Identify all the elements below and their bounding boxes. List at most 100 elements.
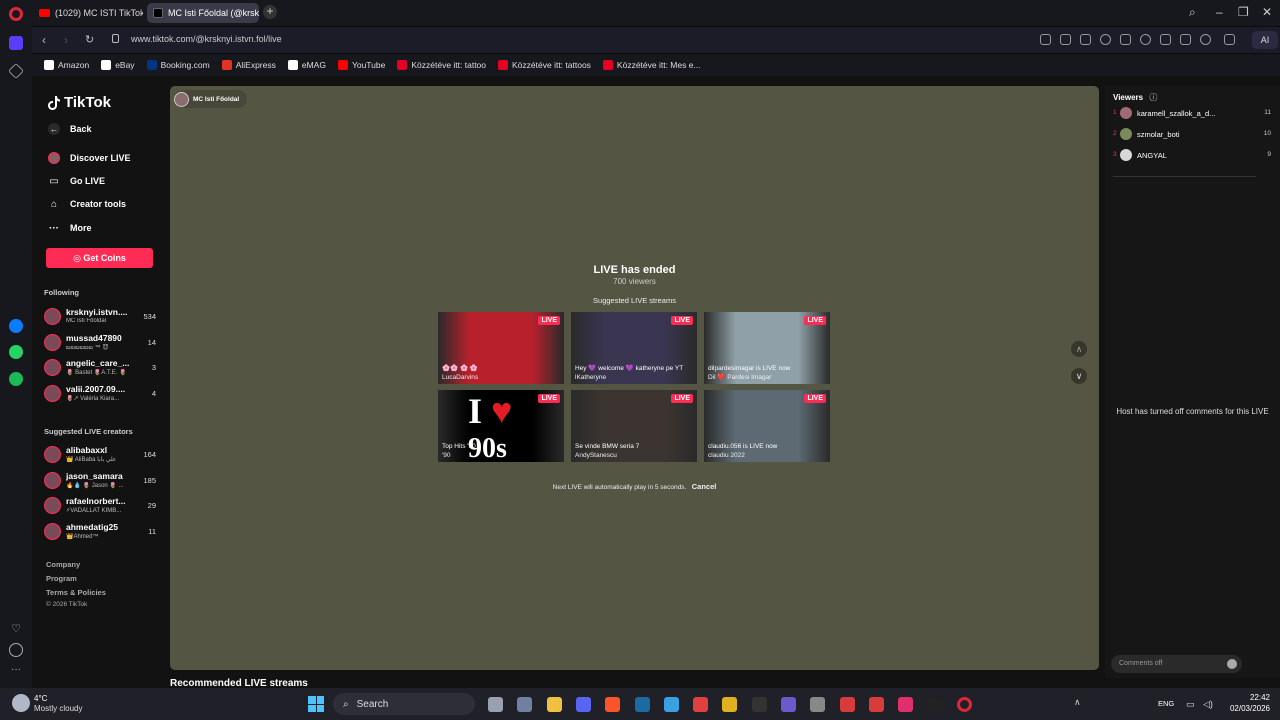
account-row[interactable]: jason_samara 🔥💧 🌷 Jason 🌷 ... 185 — [44, 470, 156, 492]
nav-discover-live[interactable]: Discover LIVE — [48, 152, 131, 164]
edit-icon[interactable] — [1060, 34, 1071, 45]
clock-time[interactable]: 22:42 — [1226, 693, 1270, 702]
terms-link[interactable]: Terms & Policies — [46, 588, 106, 597]
tf-icon[interactable] — [693, 697, 709, 712]
spotify-icon[interactable] — [9, 372, 23, 386]
program-link[interactable]: Program — [46, 574, 77, 583]
host-info[interactable]: MC Isti Főoldal — [174, 90, 248, 108]
ai-button[interactable]: AI — [1252, 31, 1278, 49]
photos-icon[interactable] — [663, 697, 679, 712]
history-icon[interactable] — [9, 643, 23, 657]
account-row[interactable]: angelic_care_... 🌷 Bastet 🌷A.T.E. 🌷 3 — [44, 357, 156, 379]
viewer-row[interactable]: 3 ANGYAL 9 — [1113, 149, 1271, 163]
steam-icon[interactable] — [634, 697, 650, 712]
menu-icon[interactable] — [1180, 34, 1191, 45]
play-icon[interactable] — [1120, 34, 1131, 45]
stream-card[interactable]: LIVE dilpardesimagar is LIVE now Dil ❤️ Pa… — [704, 312, 830, 384]
bookmark-item[interactable]: YouTube — [337, 60, 385, 70]
chevron-up-icon[interactable]: ∧ — [1071, 341, 1087, 357]
home-icon[interactable] — [9, 36, 23, 50]
stream-card[interactable]: LIVE claudiu.056 is LIVE now claudiu 2022 — [704, 390, 830, 462]
account-row[interactable]: rafaelnorbert... ⚡VADÁLLAT KIMB... 29 — [44, 495, 156, 517]
account-row[interactable]: ahmedatig25 👑Ahmed™ 11 — [44, 521, 156, 543]
network-icon[interactable]: ▭ — [1186, 699, 1195, 710]
get-coins-button[interactable]: ◎ Get Coins — [46, 248, 153, 268]
nav-creator-tools[interactable]: ⌂ Creator tools — [48, 198, 126, 210]
volume-icon[interactable]: ◁) — [1203, 699, 1213, 710]
nav-go-live[interactable]: ▭ Go LIVE — [48, 175, 105, 187]
stream-card[interactable]: LIVE Hey 💜 welcome 💜 katheryne pe YT lKath… — [571, 312, 697, 384]
emoji-icon[interactable] — [1227, 659, 1237, 669]
chevron-down-icon[interactable]: ∨ — [1071, 368, 1087, 384]
back-arrow-icon[interactable]: ‹ — [42, 33, 46, 47]
tiktok-app-icon[interactable] — [898, 697, 914, 712]
heart-icon[interactable] — [1140, 34, 1151, 45]
search-tabs-icon[interactable]: ⌕ — [1189, 5, 1196, 20]
search-icon[interactable] — [1040, 34, 1051, 45]
wps-icon[interactable] — [868, 697, 884, 712]
app-icon[interactable] — [751, 697, 767, 712]
coin-app-icon[interactable] — [722, 697, 738, 712]
company-link[interactable]: Company — [46, 560, 80, 569]
tiktok-logo[interactable]: TikTok — [48, 94, 111, 111]
language-indicator[interactable]: ENG — [1158, 699, 1174, 708]
bookmark-item[interactable]: Közzétéve itt: tattoos — [498, 60, 591, 70]
bookmark-item[interactable]: Közzétéve itt: tattoo — [397, 60, 486, 70]
close-button[interactable]: ✕ — [1262, 5, 1272, 19]
tiktok-icon[interactable] — [927, 697, 943, 712]
more-icon[interactable]: ··· — [9, 664, 23, 678]
account-row[interactable]: valii.2007.09.... 🌷↗ Valéria Kiara... 4 — [44, 383, 156, 405]
bookmark-item[interactable]: Amazon — [44, 60, 89, 70]
taskbar-search[interactable]: ⌕ Search — [333, 693, 475, 715]
forward-arrow-icon[interactable]: › — [64, 33, 68, 47]
tab-tiktok[interactable]: MC Isti Főoldal (@krsknyi... — [147, 3, 259, 23]
account-icon[interactable] — [1200, 34, 1211, 45]
bookmark-item[interactable]: eBay — [101, 60, 135, 70]
opera-icon[interactable] — [956, 697, 972, 712]
comments-input[interactable]: Comments off — [1111, 655, 1242, 673]
file-explorer-icon[interactable] — [546, 697, 562, 712]
viewer-row[interactable]: 1 karamell_szallok_a_d... 11 — [1113, 107, 1271, 121]
bookmark-item[interactable]: Booking.com — [146, 60, 210, 70]
stream-card[interactable]: I ♥ 90s LIVE Top Hits '90'90 — [438, 390, 564, 462]
info-icon[interactable]: ⓘ — [1149, 93, 1157, 102]
account-row[interactable]: mussad47890 బబబబబబ ™ 😈 14 — [44, 332, 156, 354]
extensions-icon[interactable] — [1224, 34, 1235, 45]
settings-icon[interactable] — [810, 697, 826, 712]
account-row[interactable]: krsknyi.istvn.... MC Isti Főoldal 534 — [44, 306, 156, 328]
stream-card[interactable]: LIVE Se vinde BMW seria 7 AndyStanescu — [571, 390, 697, 462]
heart-icon[interactable]: ♡ — [9, 622, 23, 636]
clock-date[interactable]: 02/03/2026 — [1216, 704, 1270, 713]
cancel-button[interactable]: Cancel — [692, 482, 717, 491]
reload-icon[interactable]: ↻ — [85, 33, 94, 46]
shield-icon[interactable] — [1100, 34, 1111, 45]
discord-icon[interactable] — [575, 697, 591, 712]
url-field[interactable]: www.tiktok.com/@krsknyi.istvn.fol/live — [131, 34, 282, 44]
tab-youtube[interactable]: (1029) MC ISTI TikTok MI... — [33, 3, 143, 23]
bookmark-item[interactable]: AliExpress — [221, 60, 276, 70]
back-link[interactable]: ← Back — [48, 123, 92, 135]
account-row[interactable]: alibabaxxl 👑 AliBaba علي بابا 164 — [44, 444, 156, 466]
task-view-icon[interactable] — [488, 697, 503, 712]
opera-logo-icon[interactable] — [9, 7, 23, 21]
whatsapp-icon[interactable] — [9, 345, 23, 359]
office-icon[interactable] — [839, 697, 855, 712]
weather-icon[interactable] — [12, 694, 30, 712]
bookmark-item[interactable]: Közzétéve itt: Mes e... — [602, 60, 701, 70]
chevron-up-icon[interactable]: ∧ — [1074, 697, 1081, 708]
minimize-button[interactable]: – — [1216, 5, 1223, 19]
new-tab-button[interactable]: + — [263, 5, 277, 19]
calendar-icon[interactable] — [517, 697, 533, 712]
camera-icon[interactable] — [1080, 34, 1091, 45]
download-icon[interactable] — [1160, 34, 1171, 45]
bookmark-item[interactable]: eMAG — [287, 60, 326, 70]
viewer-row[interactable]: 2 szmolar_boti 10 — [1113, 128, 1271, 142]
brave-icon[interactable] — [605, 697, 621, 712]
nav-more[interactable]: ··· More — [48, 222, 92, 234]
messenger-icon[interactable] — [9, 319, 23, 333]
star-icon[interactable] — [8, 63, 24, 79]
obs-icon[interactable] — [781, 697, 796, 712]
windows-start-icon[interactable] — [308, 696, 324, 712]
maximize-button[interactable]: ❐ — [1238, 5, 1249, 19]
stream-card[interactable]: LIVE 🌸🌸 🌸 🌸 LucaDarvins — [438, 312, 564, 384]
